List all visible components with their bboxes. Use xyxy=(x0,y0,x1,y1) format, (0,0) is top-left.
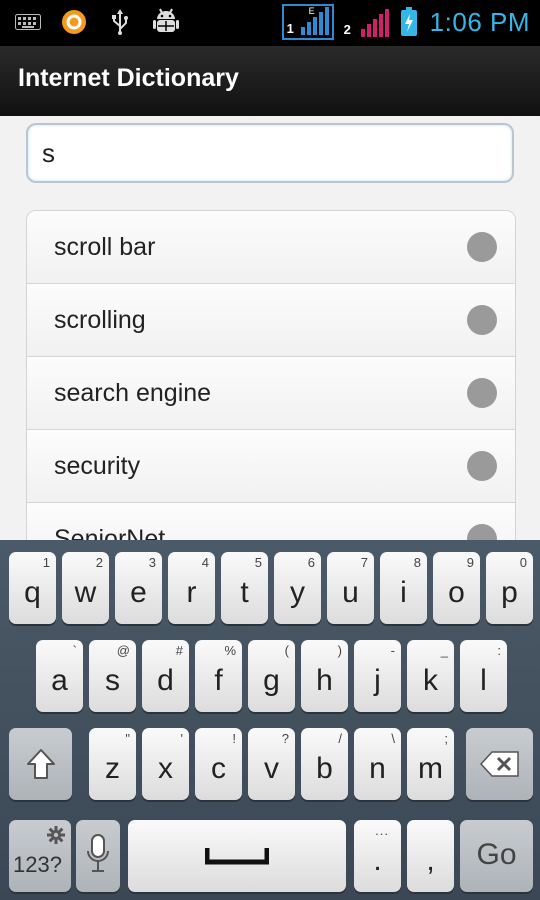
key-z[interactable]: " z xyxy=(89,728,136,800)
bullet-icon xyxy=(467,378,497,408)
battery-charging-icon xyxy=(400,7,418,37)
list-item[interactable]: search engine xyxy=(27,357,515,430)
key-d[interactable]: # d xyxy=(142,640,189,712)
go-key[interactable]: Go xyxy=(460,820,533,892)
status-bar: 1 E 2 1:06 PM xyxy=(0,0,540,46)
bullet-icon xyxy=(467,451,497,481)
key-o[interactable]: 9o xyxy=(433,552,480,624)
list-item-label: scroll bar xyxy=(54,233,156,261)
list-item-label: search engine xyxy=(54,379,212,407)
key-v[interactable]: ? v xyxy=(248,728,295,800)
space-bar-icon xyxy=(205,848,269,865)
symbols-key-label: 123? xyxy=(13,852,62,877)
key-f[interactable]: % f xyxy=(195,640,242,712)
bullet-icon xyxy=(467,232,497,262)
clock: 1:06 PM xyxy=(429,6,530,37)
key-n[interactable]: \ n xyxy=(354,728,401,800)
key-h[interactable]: ) h xyxy=(301,640,348,712)
results-list[interactable]: scroll bar scrolling search engine secur… xyxy=(26,210,516,552)
backspace-key[interactable] xyxy=(466,728,533,800)
key-j[interactable]: -j xyxy=(354,640,401,712)
key-e[interactable]: 3e xyxy=(115,552,162,624)
key-b[interactable]: / b xyxy=(301,728,348,800)
shift-arrow-icon xyxy=(27,749,55,779)
key-c[interactable]: ! c xyxy=(195,728,242,800)
soft-keyboard: 1q 2w 3e 4r 5t 6y 7u 8i 9o 0p ` a @ s # d %… xyxy=(0,540,540,900)
key-x[interactable]: ' x xyxy=(142,728,189,800)
key-g[interactable]: (g xyxy=(248,640,295,712)
sim1-signal-icon: 1 E xyxy=(281,4,334,40)
key-k[interactable]: _ k xyxy=(407,640,454,712)
keyboard-icon xyxy=(14,8,42,36)
settings-gear-icon xyxy=(47,826,65,844)
list-item[interactable]: scroll bar xyxy=(27,211,515,284)
ring-app-icon xyxy=(60,8,88,36)
key-period[interactable]: .... xyxy=(354,820,401,892)
bullet-icon xyxy=(467,305,497,335)
search-input[interactable] xyxy=(26,123,514,183)
key-s[interactable]: @ s xyxy=(89,640,136,712)
key-p[interactable]: 0p xyxy=(486,552,533,624)
space-key[interactable] xyxy=(128,820,346,892)
key-r[interactable]: 4r xyxy=(168,552,215,624)
app-title: Internet Dictionary xyxy=(18,64,239,92)
backspace-icon xyxy=(480,751,519,777)
list-item[interactable]: scrolling xyxy=(27,284,515,357)
android-debug-icon xyxy=(152,8,180,36)
key-t[interactable]: 5t xyxy=(221,552,268,624)
list-item-label: scrolling xyxy=(54,306,146,334)
list-item[interactable]: security xyxy=(27,430,515,503)
usb-icon xyxy=(106,8,134,36)
key-m[interactable]: ; m xyxy=(407,728,454,800)
key-q[interactable]: 1q xyxy=(9,552,56,624)
sim1-label: 1 xyxy=(286,21,294,36)
sim2-label: 2 xyxy=(343,22,351,37)
microphone-icon xyxy=(87,834,109,872)
go-key-label: Go xyxy=(476,838,517,871)
action-bar: Internet Dictionary xyxy=(0,46,540,116)
key-comma[interactable]: , xyxy=(407,820,454,892)
key-a[interactable]: ` a xyxy=(36,640,83,712)
sim2-signal-icon: 2 xyxy=(342,4,392,40)
key-y[interactable]: 6y xyxy=(274,552,321,624)
list-item-label: security xyxy=(54,452,141,480)
symbols-key[interactable]: 123? xyxy=(9,820,71,892)
key-u[interactable]: 7u xyxy=(327,552,374,624)
key-w[interactable]: 2w xyxy=(62,552,109,624)
voice-input-key[interactable] xyxy=(76,820,120,892)
shift-key[interactable] xyxy=(9,728,72,800)
key-l[interactable]: :l xyxy=(460,640,507,712)
key-i[interactable]: 8i xyxy=(380,552,427,624)
